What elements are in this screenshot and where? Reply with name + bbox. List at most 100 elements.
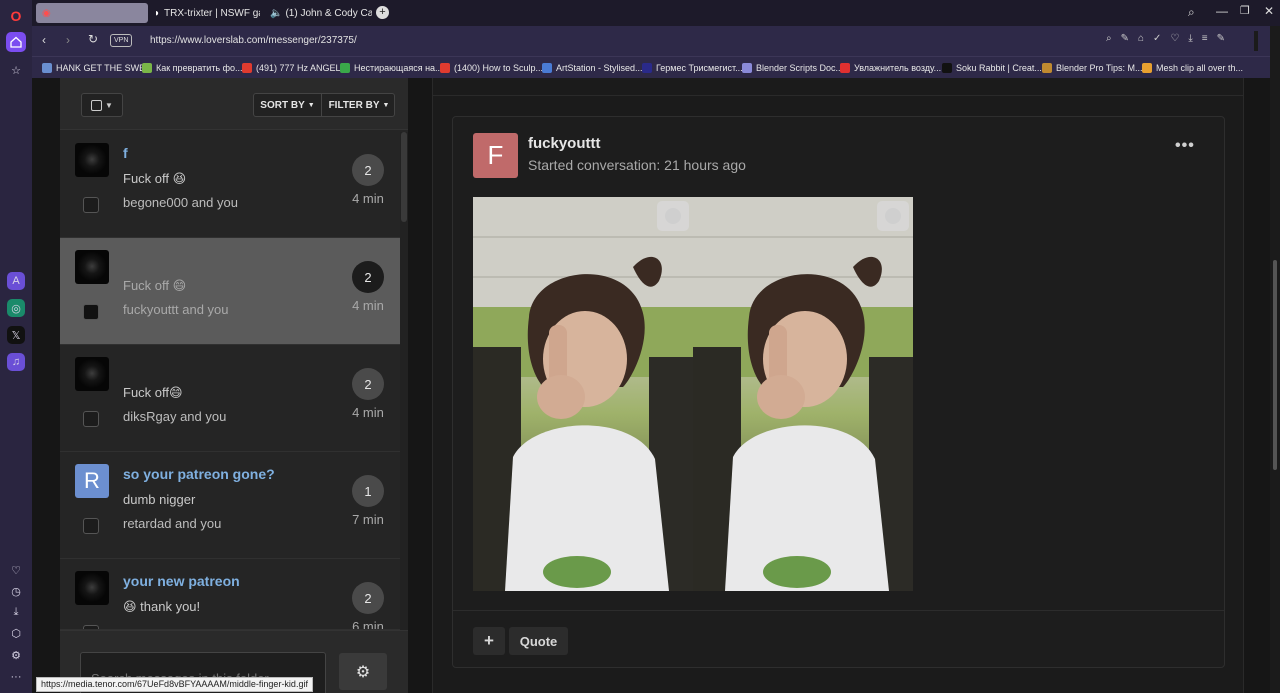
search-settings-button[interactable]: ⚙: [339, 653, 387, 690]
page-scrollbar[interactable]: [1270, 26, 1280, 693]
downloads-icon[interactable]: ⤓: [6, 602, 26, 622]
conversation-checkbox[interactable]: [83, 197, 99, 213]
bookmark-7[interactable]: Blender Scripts Doc...: [742, 60, 843, 76]
toolbar-icons[interactable]: ⌕✎⌂✓♡⤓≡✎: [1106, 33, 1234, 44]
settings-icon[interactable]: ⚙: [6, 645, 26, 665]
search-tabs-icon[interactable]: ⌕: [1188, 5, 1195, 20]
conversation-preview: dumb nigger: [123, 492, 196, 507]
music-icon[interactable]: ♫: [7, 353, 25, 371]
conversation-title[interactable]: so your patreon gone?: [123, 466, 275, 482]
bookmark-10[interactable]: Blender Pro Tips: M...: [1042, 60, 1143, 76]
bookmark-favicon-icon: [742, 63, 752, 73]
vpn-badge[interactable]: VPN: [110, 34, 133, 47]
conversation-item[interactable]: your new patreon 😆 thank you! 2 6 min: [60, 559, 400, 630]
bookmark-label: Mesh clip all over th...: [1156, 63, 1244, 73]
bookmark-label: Soku Rabbit | Creat...: [956, 63, 1042, 73]
quote-button[interactable]: Quote: [509, 627, 568, 655]
conversation-item[interactable]: Fuck off😄 diksRgay and you 2 4 min: [60, 345, 400, 452]
bookmark-4[interactable]: (1400) How to Sculp...: [440, 60, 543, 76]
bookmark-favicon-icon: [642, 63, 652, 73]
extensions-icon[interactable]: ⬡: [6, 623, 26, 643]
bookmark-favicon-icon: [242, 63, 252, 73]
bookmark-favicon-icon: [1042, 63, 1052, 73]
conversation-time: 7 min: [352, 512, 384, 527]
address-bar: ‹ › ↻ VPN https://www.loverslab.com/mess…: [32, 26, 1270, 56]
conversation-checkbox[interactable]: [83, 304, 99, 320]
bookmark-3[interactable]: Нестирающаяся на...: [340, 60, 443, 76]
status-url-tooltip: https://media.tenor.com/67UeFd8vBFYAAAAM…: [36, 677, 313, 692]
reply-count-badge: 2: [352, 261, 384, 293]
more-options-icon[interactable]: •••: [1175, 137, 1195, 155]
bookmark-0[interactable]: HANK GET THE SWE...: [42, 60, 153, 76]
tab-bar: ◉ ◗ TRX-trixter | NSWF game 🔈 (1) John &…: [32, 0, 1280, 26]
bookmark-11[interactable]: Mesh clip all over th...: [1142, 60, 1243, 76]
tab-1[interactable]: ◗ TRX-trixter | NSWF game: [150, 3, 260, 23]
bookmark-1[interactable]: Как превратить фо...: [142, 60, 243, 76]
opera-icon: ◉: [42, 7, 51, 19]
close-window-icon[interactable]: ✕: [1264, 4, 1274, 18]
sort-by-button[interactable]: SORT BY ▼: [254, 94, 322, 116]
bookmark-label: Нестирающаяся на...: [354, 63, 443, 73]
conversation-item[interactable]: Fuck off 😄 fuckyouttt and you 2 4 min: [60, 238, 400, 345]
avatar[interactable]: [75, 250, 109, 284]
sort-filter-group: SORT BY ▼ FILTER BY ▼: [253, 93, 395, 117]
home-icon[interactable]: [6, 32, 26, 52]
tab-2[interactable]: 🔈 (1) John & Cody Carpe: [262, 3, 372, 23]
message-image[interactable]: [472, 196, 914, 592]
conversation-time: 4 min: [352, 191, 384, 206]
message-meta: Started conversation: 21 hours ago: [528, 157, 746, 173]
bookmark-8[interactable]: Увлажнитель возду...: [840, 60, 941, 76]
bookmark-9[interactable]: Soku Rabbit | Creat...: [942, 60, 1042, 76]
list-scrollbar-thumb[interactable]: [401, 132, 407, 222]
aria-icon[interactable]: A: [7, 272, 25, 290]
select-all-dropdown[interactable]: ▼: [81, 93, 123, 117]
minimize-icon[interactable]: —: [1216, 4, 1228, 18]
list-scrollbar[interactable]: [400, 132, 408, 630]
star-icon[interactable]: ☆: [6, 60, 26, 80]
new-tab-icon[interactable]: +: [376, 6, 389, 19]
bookmark-label: HANK GET THE SWE...: [56, 63, 153, 73]
avatar[interactable]: [75, 143, 109, 177]
avatar[interactable]: [75, 357, 109, 391]
conversation-item[interactable]: Rso your patreon gone? dumb nigger retarda…: [60, 452, 400, 559]
bookmark-favicon-icon: [942, 63, 952, 73]
conversation-participants: diksRgay and you: [123, 409, 227, 424]
bookmark-favicon-icon: [542, 63, 552, 73]
conversation-checkbox[interactable]: [83, 518, 99, 534]
conversation-title[interactable]: your new patreon: [123, 573, 240, 589]
filter-by-button[interactable]: FILTER BY ▼: [322, 94, 396, 116]
history-icon[interactable]: ◷: [6, 581, 26, 601]
avatar[interactable]: R: [75, 464, 109, 498]
scrollbar-thumb[interactable]: [1273, 260, 1277, 470]
avatar[interactable]: [75, 571, 109, 605]
bookmark-label: (491) 777 Hz ANGEL...: [256, 63, 349, 73]
bookmark-5[interactable]: ArtStation - Stylised...: [542, 60, 643, 76]
opera-sidebar: O ☆ A ◎ 𝕏 ♫ ♡ ◷ ⤓ ⬡ ⚙ ···: [0, 0, 32, 693]
conversation-item[interactable]: f Fuck off 😆 begone000 and you 2 4 min: [60, 131, 400, 238]
back-icon[interactable]: ‹: [42, 33, 46, 47]
add-button[interactable]: +: [473, 627, 505, 655]
bookmark-2[interactable]: (491) 777 Hz ANGEL...: [242, 60, 348, 76]
x-icon[interactable]: 𝕏: [7, 326, 25, 344]
bookmark-label: Blender Scripts Doc...: [756, 63, 844, 73]
conversation-checkbox[interactable]: [83, 411, 99, 427]
toolbar-divider: [1254, 31, 1258, 51]
opera-logo-icon[interactable]: O: [6, 6, 26, 26]
more-icon[interactable]: ···: [6, 667, 26, 687]
bookmark-label: (1400) How to Sculp...: [454, 63, 544, 73]
chatgpt-icon[interactable]: ◎: [7, 299, 25, 317]
forward-icon[interactable]: ›: [66, 33, 70, 47]
restore-icon[interactable]: ❐: [1240, 4, 1250, 17]
bookmark-favicon-icon: [1142, 63, 1152, 73]
author-name[interactable]: fuckyouttt: [528, 135, 601, 152]
tab-0[interactable]: ◉: [36, 3, 148, 23]
heart-icon[interactable]: ♡: [6, 560, 26, 580]
bookmark-favicon-icon: [142, 63, 152, 73]
author-avatar[interactable]: F: [473, 133, 518, 178]
reload-icon[interactable]: ↻: [88, 32, 98, 46]
card-divider: [453, 610, 1224, 611]
conversation-title[interactable]: f: [123, 145, 128, 161]
url-text[interactable]: https://www.loverslab.com/messenger/2373…: [150, 35, 357, 46]
bookmark-label: Увлажнитель возду...: [854, 63, 942, 73]
bookmark-6[interactable]: Гермес Трисмегист...: [642, 60, 743, 76]
